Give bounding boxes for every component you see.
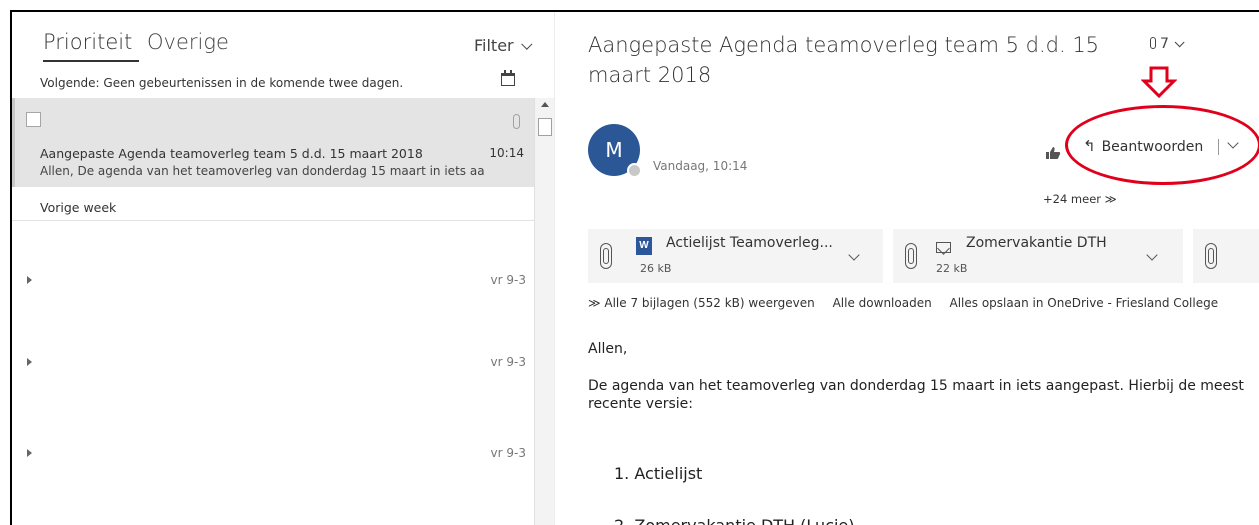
- mail-subject: Aangepaste Agenda teamoverleg team 5 d.d…: [40, 146, 423, 161]
- body-paragraph-line: De agenda van het teamoverleg van donder…: [588, 378, 1244, 394]
- word-file-icon: W: [636, 237, 652, 255]
- group-date: vr 9-3: [490, 355, 526, 369]
- reply-button[interactable]: ↰ Beantwoorden: [1083, 132, 1218, 160]
- show-all-attachments-link[interactable]: ≫ Alle 7 bijlagen (552 kB) weergeven: [588, 296, 815, 310]
- tab-other[interactable]: Overige: [147, 30, 229, 54]
- list-item-selected[interactable]: Aangepaste Agenda teamoverleg team 5 d.d…: [12, 98, 534, 187]
- chevron-down-icon: [1174, 37, 1185, 48]
- like-icon[interactable]: [1045, 146, 1061, 163]
- attachment-name: Actielijst Teamoverleg...: [666, 235, 833, 251]
- attachment-menu-chevron-icon[interactable]: [848, 249, 860, 261]
- paperclip-icon: [600, 243, 612, 269]
- paperclip-icon: [1205, 243, 1217, 269]
- scroll-thumb[interactable]: [538, 118, 552, 136]
- filter-button[interactable]: Filter: [474, 36, 533, 55]
- reply-arrow-icon: ↰: [1083, 137, 1096, 155]
- attachment-card[interactable]: Zomervakantie DTH 22 kB: [893, 229, 1183, 283]
- more-recipients-link[interactable]: +24 meer ≫: [1043, 192, 1117, 206]
- paperclip-icon: [905, 243, 917, 269]
- collapsed-group-row[interactable]: vr 9-3: [12, 271, 534, 291]
- body-list-item: 2. Zomervakantie DTH (Lucie): [614, 516, 855, 525]
- presence-indicator: [627, 163, 642, 178]
- group-date: vr 9-3: [490, 273, 526, 287]
- attachment-name: Zomervakantie DTH: [966, 235, 1107, 251]
- reading-pane: Aangepaste Agenda teamoverleg team 5 d.d…: [554, 12, 1259, 525]
- scroll-up-icon[interactable]: [541, 102, 549, 107]
- tab-priority[interactable]: Prioriteit: [43, 30, 132, 54]
- expand-triangle-icon[interactable]: [27, 358, 32, 366]
- mail-preview: Allen, De agenda van het teamoverleg van…: [40, 164, 485, 178]
- body-greeting: Allen,: [588, 341, 628, 357]
- mail-time: 10:14: [489, 146, 524, 160]
- section-header-previous-week: Vorige week: [40, 200, 117, 215]
- attachment-size: 22 kB: [936, 262, 968, 275]
- reply-label: Beantwoorden: [1101, 139, 1204, 155]
- list-scrollbar[interactable]: [534, 98, 554, 525]
- message-list-pane: Prioriteit Overige Filter Volgende: Geen…: [12, 12, 554, 525]
- message-subject: Aangepaste Agenda teamoverleg team 5 d.d…: [588, 33, 1100, 87]
- attachment-size: 26 kB: [640, 262, 672, 275]
- filter-label: Filter: [474, 36, 514, 55]
- outlook-window: Prioriteit Overige Filter Volgende: Geen…: [10, 10, 1259, 525]
- annotation-arrow-icon: [1141, 66, 1177, 98]
- mail-file-icon: [936, 242, 951, 253]
- next-events-text: Volgende: Geen gebeurtenissen in de kome…: [40, 76, 404, 90]
- expand-triangle-icon[interactable]: [27, 276, 32, 284]
- expand-triangle-icon[interactable]: [27, 449, 32, 457]
- attachment-card-partial[interactable]: [1193, 229, 1259, 283]
- body-paragraph-line: recente versie:: [588, 396, 693, 412]
- attachment-actions: ≫ Alle 7 bijlagen (552 kB) weergeven All…: [588, 296, 1232, 310]
- collapsed-group-row[interactable]: vr 9-3: [12, 444, 534, 464]
- paperclip-icon: [1150, 37, 1156, 49]
- attachment-icon: [513, 114, 520, 129]
- attachment-count: 7: [1160, 36, 1169, 52]
- attachment-count-button[interactable]: 7: [1150, 36, 1185, 52]
- save-to-onedrive-link[interactable]: Alles opslaan in OneDrive - Friesland Co…: [950, 296, 1219, 310]
- section-divider: [12, 220, 534, 221]
- body-list-item: 1. Actielijst: [614, 464, 703, 483]
- collapsed-group-row[interactable]: vr 9-3: [12, 353, 534, 373]
- active-tab-underline: [43, 60, 139, 62]
- attachment-card[interactable]: W Actielijst Teamoverleg... 26 kB: [588, 229, 883, 283]
- chevron-down-icon: [520, 38, 533, 50]
- select-checkbox[interactable]: [26, 112, 41, 127]
- calendar-icon[interactable]: [501, 70, 515, 86]
- attachment-menu-chevron-icon[interactable]: [1146, 249, 1158, 261]
- reply-divider: [1218, 139, 1219, 155]
- download-all-link[interactable]: Alle downloaden: [833, 296, 932, 310]
- message-date: Vandaag, 10:14: [653, 159, 748, 173]
- group-date: vr 9-3: [490, 446, 526, 460]
- inbox-tabs: Prioriteit Overige: [43, 30, 229, 62]
